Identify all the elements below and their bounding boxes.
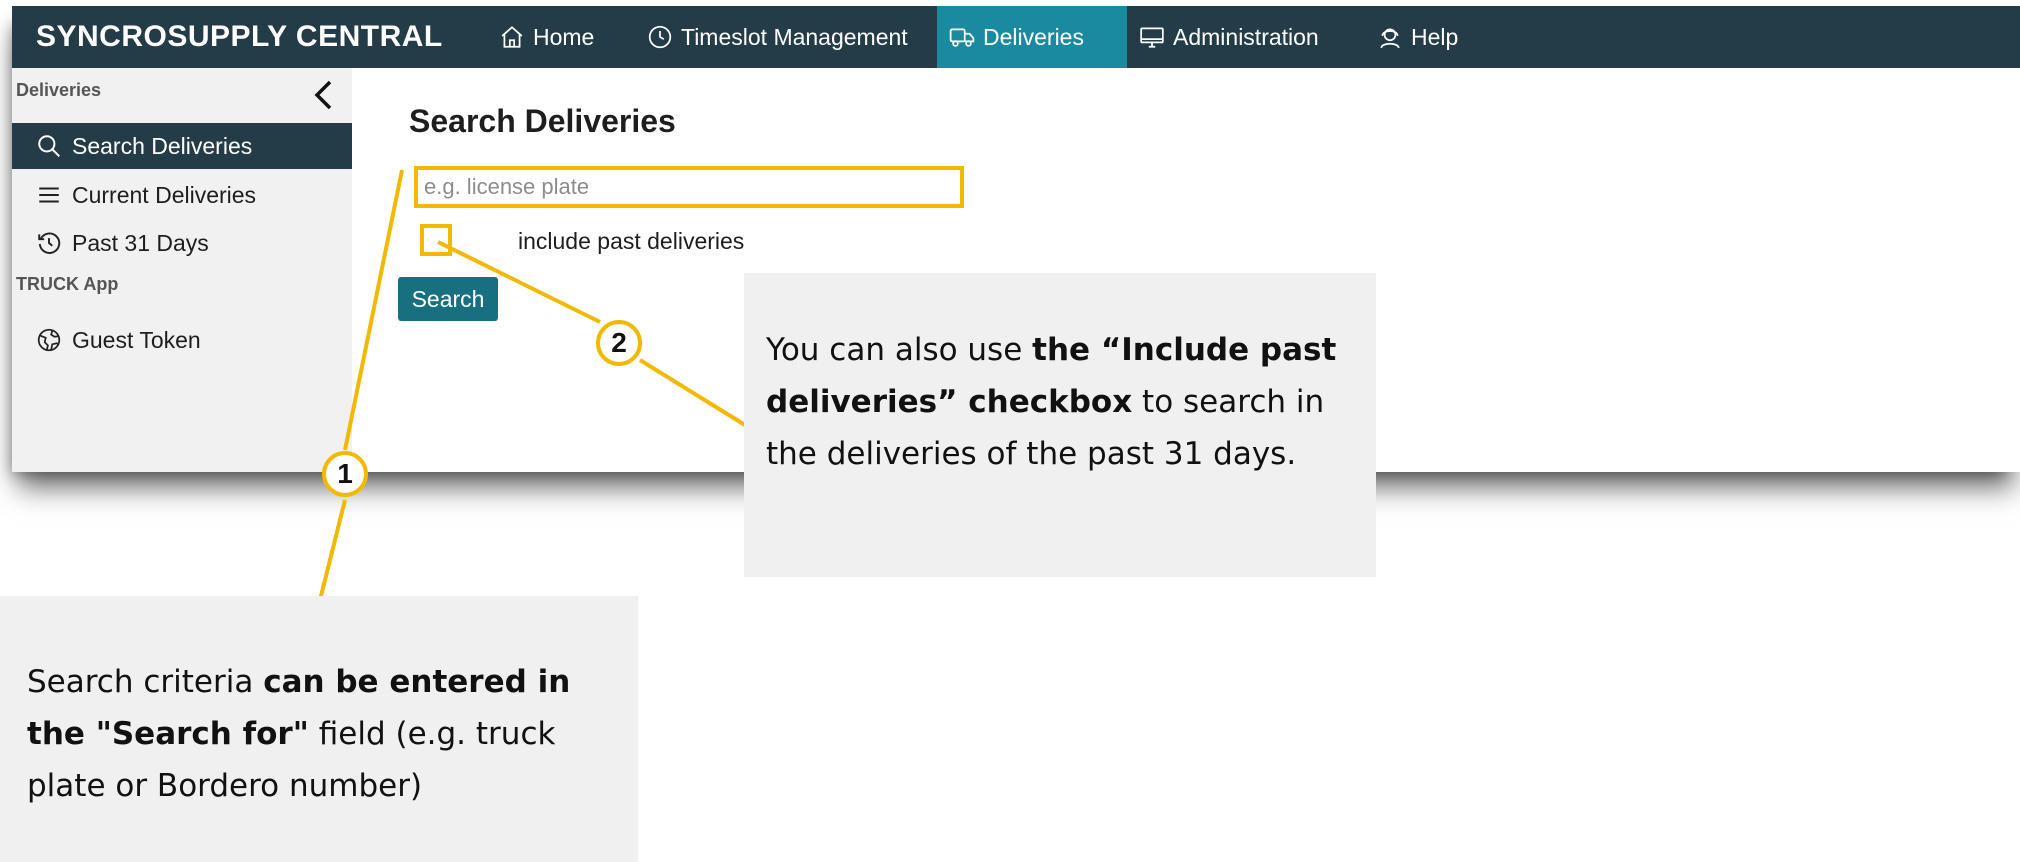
annotation-badge-2: 2 <box>596 320 642 366</box>
callout-1: Search criteria can be entered in the "S… <box>0 596 638 862</box>
callout-2-text: You can also use <box>766 332 1033 368</box>
annotation-badge-1: 1 <box>322 451 368 497</box>
callout-1-text: Search criteria <box>27 664 264 700</box>
callout-2: You can also use the “Include past deliv… <box>744 273 1376 577</box>
